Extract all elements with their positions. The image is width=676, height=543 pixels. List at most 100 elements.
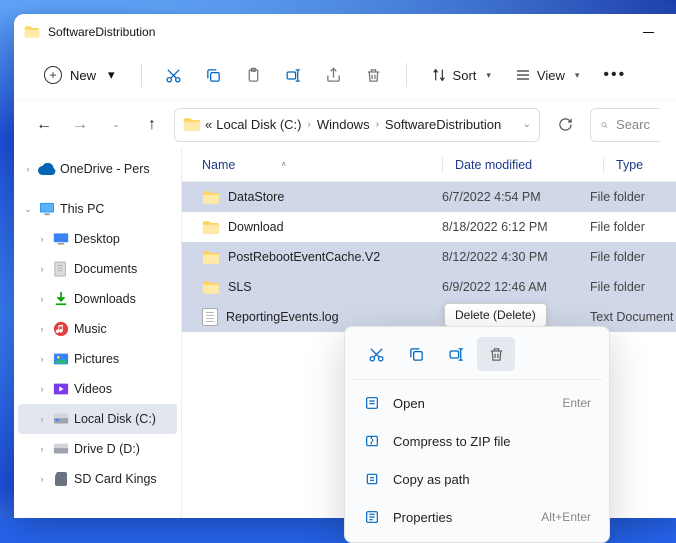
ctx-rename-button[interactable] [437, 337, 475, 371]
crumb-windows[interactable]: Windows [317, 117, 370, 132]
sidebar-item-onedrive[interactable]: ›OneDrive - Pers [18, 154, 177, 184]
back-button[interactable]: ← [30, 111, 58, 139]
share-button[interactable] [316, 57, 352, 93]
ctx-properties[interactable]: PropertiesAlt+Enter [351, 498, 603, 536]
chevron-right-icon: › [36, 414, 48, 424]
copypath-icon [363, 471, 381, 487]
titlebar: SoftwareDistribution [14, 14, 676, 50]
sdcard-icon [52, 471, 70, 487]
sidebar-item-pictures[interactable]: ›Pictures [18, 344, 177, 374]
chevron-down-icon: ▾ [575, 70, 580, 81]
folder-icon [202, 190, 220, 205]
ctx-copypath[interactable]: Copy as path [351, 460, 603, 498]
file-row[interactable]: DataStore 6/7/2022 4:54 PMFile folder [182, 182, 676, 212]
up-button[interactable]: ↑ [138, 111, 166, 139]
header-date[interactable]: Date modified [455, 158, 603, 172]
open-icon [363, 395, 381, 411]
sidebar-item-desktop[interactable]: ›Desktop [18, 224, 177, 254]
crumb-disk[interactable]: Local Disk (C:) [216, 117, 301, 132]
properties-icon [363, 509, 381, 525]
pc-icon [38, 201, 56, 217]
address-bar[interactable]: « Local Disk (C:) › Windows › SoftwareDi… [174, 108, 540, 142]
sidebar-item-music[interactable]: ›Music [18, 314, 177, 344]
sort-asc-icon: ˄ [281, 160, 286, 169]
folder-icon [183, 117, 201, 132]
view-icon [515, 67, 531, 83]
toolbar: + New ▾ Sort ▾ View ▾ ••• [14, 50, 676, 100]
ctx-zip[interactable]: Compress to ZIP file [351, 422, 603, 460]
copy-button[interactable] [196, 57, 232, 93]
cut-button[interactable] [156, 57, 192, 93]
sidebar-item-drived[interactable]: ›Drive D (D:) [18, 434, 177, 464]
paste-button[interactable] [236, 57, 272, 93]
chevron-right-icon: › [36, 324, 48, 334]
sort-button[interactable]: Sort ▾ [421, 57, 501, 93]
cloud-icon [38, 161, 56, 177]
file-row[interactable]: PostRebootEventCache.V2 8/12/2022 4:30 P… [182, 242, 676, 272]
search-box[interactable]: Searc [590, 108, 660, 142]
delete-button[interactable] [356, 57, 392, 93]
desktop-icon [52, 231, 70, 247]
minimize-button[interactable] [630, 14, 666, 50]
zip-icon [363, 433, 381, 449]
ctx-open[interactable]: OpenEnter [351, 384, 603, 422]
ctx-cut-button[interactable] [357, 337, 395, 371]
chevron-right-icon: › [36, 354, 48, 364]
music-icon [52, 321, 70, 337]
chevron-right-icon: › [36, 384, 48, 394]
new-label: New [70, 68, 96, 83]
crumb-current[interactable]: SoftwareDistribution [385, 117, 501, 132]
file-row[interactable]: Download 8/18/2022 6:12 PMFile folder [182, 212, 676, 242]
drive-icon [52, 411, 70, 427]
chevron-down-icon[interactable]: ⌄ [523, 119, 531, 130]
chevron-right-icon: › [307, 119, 310, 130]
rename-button[interactable] [276, 57, 312, 93]
chevron-right-icon: › [36, 474, 48, 484]
view-button[interactable]: View ▾ [505, 57, 589, 93]
chevron-down-icon: ⌄ [22, 204, 34, 215]
window-title: SoftwareDistribution [48, 25, 155, 39]
column-headers: Name˄ Date modified Type [182, 148, 676, 182]
chevron-down-icon: ▾ [108, 67, 115, 83]
chevron-right-icon: › [376, 119, 379, 130]
sidebar: ›OneDrive - Pers ⌄This PC ›Desktop ›Docu… [14, 148, 182, 518]
drive-icon [52, 441, 70, 457]
ctx-delete-button[interactable] [477, 337, 515, 371]
file-row[interactable]: SLS 6/9/2022 12:46 AMFile folder [182, 272, 676, 302]
sidebar-item-videos[interactable]: ›Videos [18, 374, 177, 404]
forward-button[interactable]: → [66, 111, 94, 139]
new-button[interactable]: + New ▾ [32, 57, 127, 93]
refresh-button[interactable] [548, 108, 582, 142]
sidebar-item-localdisk[interactable]: ›Local Disk (C:) [18, 404, 177, 434]
videos-icon [52, 381, 70, 397]
chevron-right-icon: › [36, 234, 48, 244]
sidebar-item-thispc[interactable]: ⌄This PC [18, 194, 177, 224]
documents-icon [52, 261, 70, 277]
textfile-icon [202, 308, 218, 326]
header-name[interactable]: Name˄ [202, 158, 442, 172]
sidebar-item-downloads[interactable]: ›Downloads [18, 284, 177, 314]
nav-row: ← → ⌄ ↑ « Local Disk (C:) › Windows › So… [14, 100, 676, 148]
sidebar-item-sdcard[interactable]: ›SD Card Kings [18, 464, 177, 494]
chevron-down-icon: ▾ [486, 70, 491, 81]
ctx-copy-button[interactable] [397, 337, 435, 371]
pictures-icon [52, 351, 70, 367]
folder-icon [202, 250, 220, 265]
chevron-right-icon: › [36, 294, 48, 304]
delete-tooltip: Delete (Delete) [444, 303, 547, 327]
folder-icon [202, 220, 220, 235]
sidebar-item-documents[interactable]: ›Documents [18, 254, 177, 284]
folder-icon [202, 280, 220, 295]
chevron-right-icon: › [36, 264, 48, 274]
downloads-icon [52, 291, 70, 307]
header-type[interactable]: Type [616, 158, 676, 172]
recent-button[interactable]: ⌄ [102, 111, 130, 139]
folder-icon [24, 25, 40, 39]
chevron-right-icon: › [36, 444, 48, 454]
more-button[interactable]: ••• [593, 66, 636, 84]
search-icon [601, 118, 608, 132]
context-menu: OpenEnter Compress to ZIP file Copy as p… [344, 326, 610, 543]
plus-icon: + [44, 66, 62, 84]
sort-icon [431, 67, 447, 83]
chevron-right-icon: › [22, 164, 34, 174]
